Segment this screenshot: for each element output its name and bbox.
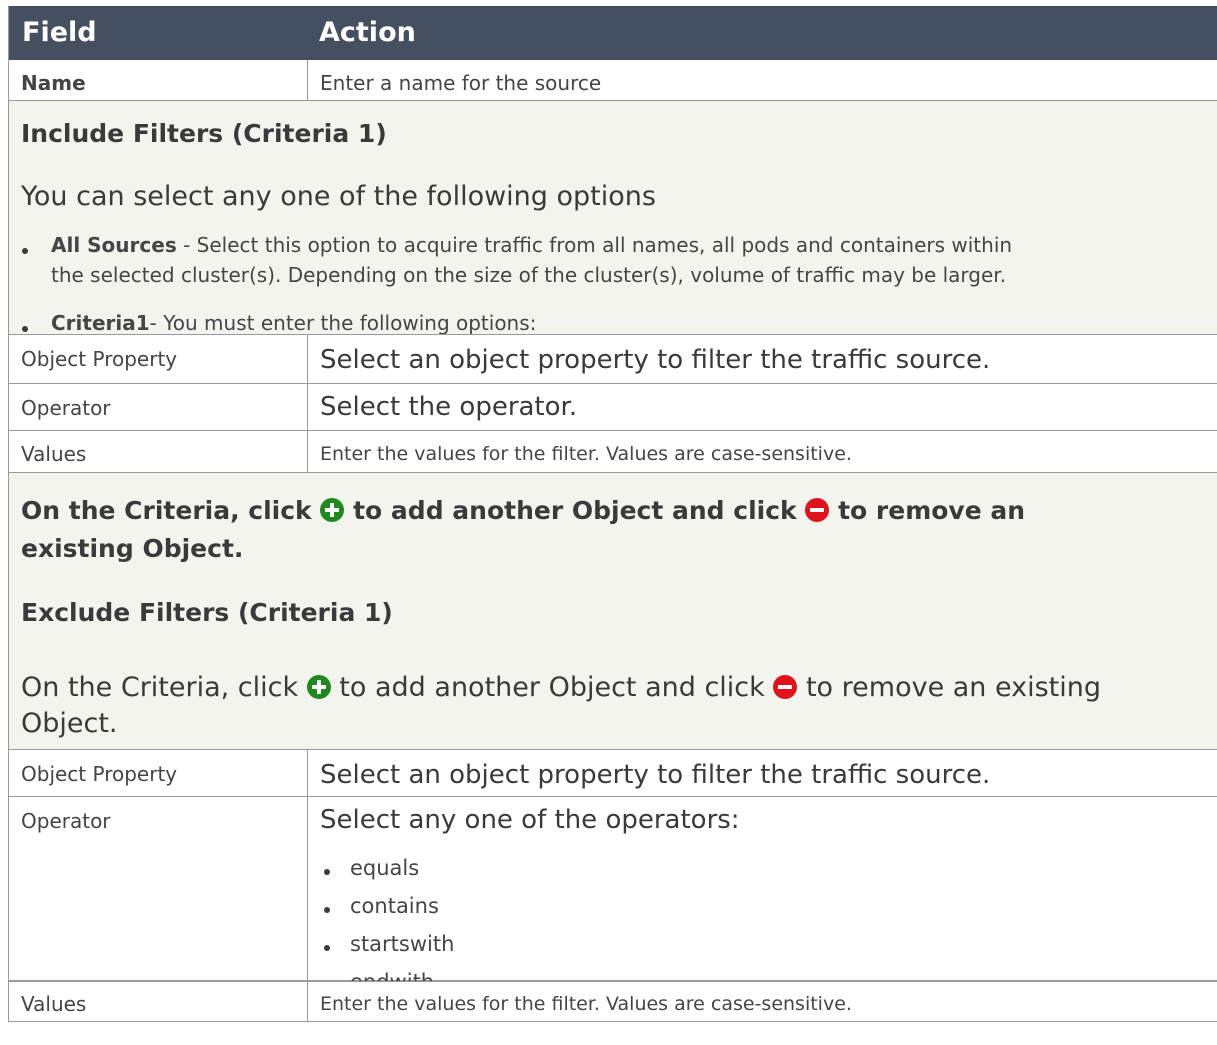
exclude-note: On the Criteria, click to add another Ob…: [21, 672, 1102, 739]
operator-option: equals: [350, 856, 420, 880]
table-header: Field Action: [9, 6, 1217, 60]
minus-circle-icon[interactable]: [805, 498, 830, 522]
list-item: All Sources - Select this option to acqu…: [51, 233, 1013, 287]
operator-option: contains: [350, 894, 439, 918]
row-label: Values: [21, 992, 87, 1016]
bullet-dot: [324, 945, 330, 951]
table-row: Values Enter the values for the filter. …: [9, 431, 1217, 473]
table-row: Name Enter a name for the source: [9, 60, 1217, 101]
bullet-dot: [324, 907, 330, 913]
table-row: Operator Select any one of the operators…: [9, 797, 1217, 994]
table-row: Values Enter the values for the filter. …: [9, 981, 1217, 1022]
row-label: Values: [21, 442, 87, 466]
plus-circle-icon[interactable]: [306, 675, 331, 699]
include-intro: You can select any one of the following …: [21, 181, 656, 212]
row-text: Enter the values for the filter. Values …: [320, 443, 852, 465]
bullet-dot: [22, 326, 28, 332]
table-row: Operator Select the operator.: [9, 384, 1217, 431]
operator-option: startswith: [350, 932, 455, 956]
row-text: Enter the values for the filter. Values …: [320, 993, 852, 1015]
header-field: Field: [22, 17, 97, 48]
filter-table: Field Action Name Enter a name for the s…: [8, 6, 1217, 1022]
bullet-dot: [324, 869, 330, 875]
plus-circle-icon[interactable]: [320, 498, 345, 522]
row-text: Select an object property to filter the …: [320, 345, 991, 375]
minus-circle-icon[interactable]: [773, 675, 798, 699]
include-note: On the Criteria, click to add another Ob…: [21, 496, 1026, 563]
row-label: Object Property: [21, 762, 178, 786]
table-row: Object Property Select an object propert…: [9, 749, 1217, 797]
row-label: Operator: [21, 396, 111, 420]
row-text: Select the operator.: [320, 392, 578, 422]
row-label: Operator: [21, 809, 111, 833]
row-text: Select any one of the operators:: [320, 805, 740, 835]
row-text: Select an object property to filter the …: [320, 760, 991, 790]
include-filters-title: Include Filters (Criteria 1): [21, 119, 387, 148]
row-label: Object Property: [21, 347, 178, 371]
bullet-dot: [22, 248, 28, 254]
row-label: Name: [21, 71, 86, 95]
table-row: Object Property Select an object propert…: [9, 334, 1217, 384]
exclude-filters-title: Exclude Filters (Criteria 1): [21, 598, 393, 627]
header-action: Action: [319, 17, 416, 48]
row-text: Enter a name for the source: [320, 71, 602, 95]
